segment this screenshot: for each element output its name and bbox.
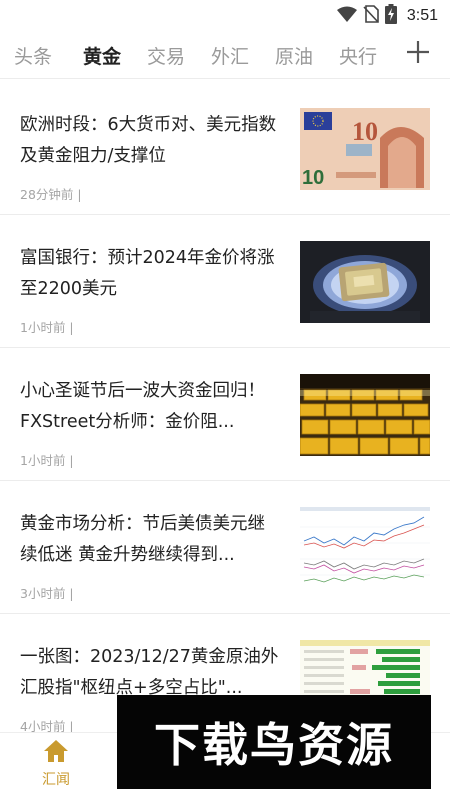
status-bar: 3:51 bbox=[0, 0, 450, 32]
tab-forex[interactable]: 外汇 bbox=[198, 42, 262, 69]
tab-trading[interactable]: 交易 bbox=[134, 42, 198, 69]
news-time: 1小时前 | bbox=[20, 453, 74, 468]
news-time: 3小时前 | bbox=[20, 586, 74, 601]
market-chart-image[interactable] bbox=[300, 507, 430, 589]
status-icons: 3:51 bbox=[336, 4, 438, 28]
tab-headlines[interactable]: 头条 bbox=[14, 42, 70, 69]
category-tabs: 头条 黄金 交易 外汇 原油 央行 bbox=[0, 34, 450, 76]
watermark-text: 下载鸟资源 bbox=[154, 718, 394, 772]
news-item[interactable]: 小心圣诞节后一波大资金回归！FXStreet分析师：金价阻... 1小时前 | bbox=[0, 348, 450, 481]
watermark-overlay: 下载鸟资源 bbox=[117, 695, 431, 789]
news-title[interactable]: 小心圣诞节后一波大资金回归！FXStreet分析师：金价阻... bbox=[20, 376, 282, 438]
status-time: 3:51 bbox=[406, 7, 438, 24]
euro-banknote-image[interactable]: 10 10 bbox=[300, 108, 430, 190]
news-item[interactable]: 黄金市场分析：节后美债美元继续低迷 黄金升势继续得到... 3小时前 | bbox=[0, 481, 450, 614]
news-time: 28分钟前 | bbox=[20, 187, 82, 202]
news-title[interactable]: 欧洲时段：6大货币对、美元指数及黄金阻力/支撑位 bbox=[20, 110, 282, 172]
svg-text:10: 10 bbox=[352, 117, 378, 146]
tab-central-bank[interactable]: 央行 bbox=[326, 42, 390, 69]
news-title[interactable]: 富国银行：预计2024年金价将涨至2200美元 bbox=[20, 243, 282, 305]
nav-home[interactable]: 汇闻 bbox=[34, 739, 78, 789]
news-title[interactable]: 黄金市场分析：节后美债美元继续低迷 黄金升势继续得到... bbox=[20, 509, 282, 571]
gold-bar-image[interactable] bbox=[300, 241, 430, 323]
divider bbox=[0, 78, 450, 79]
tab-gold[interactable]: 黄金 bbox=[70, 42, 134, 69]
tab-crude-oil[interactable]: 原油 bbox=[262, 42, 326, 69]
home-icon[interactable] bbox=[43, 740, 69, 767]
news-item[interactable]: 欧洲时段：6大货币对、美元指数及黄金阻力/支撑位 28分钟前 | 10 10 bbox=[0, 82, 450, 215]
wifi-icon bbox=[336, 6, 357, 26]
nav-home-label[interactable]: 汇闻 bbox=[34, 769, 78, 789]
news-time: 1小时前 | bbox=[20, 320, 74, 335]
no-sim-icon bbox=[363, 5, 379, 27]
news-item[interactable]: 富国银行：预计2024年金价将涨至2200美元 1小时前 | bbox=[0, 215, 450, 348]
news-list: 欧洲时段：6大货币对、美元指数及黄金阻力/支撑位 28分钟前 | 10 10 富… bbox=[0, 82, 450, 747]
gold-bars-stack-image[interactable] bbox=[300, 374, 430, 456]
svg-text:10: 10 bbox=[302, 167, 324, 189]
plus-icon[interactable] bbox=[406, 40, 430, 64]
battery-charging-icon bbox=[384, 4, 397, 28]
